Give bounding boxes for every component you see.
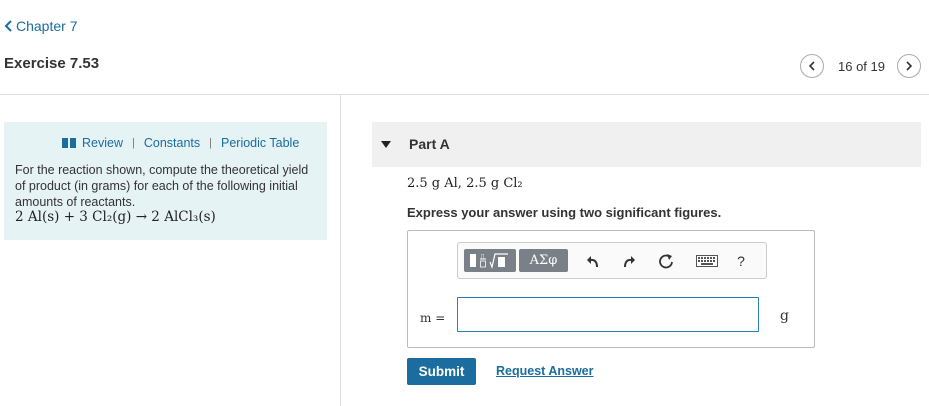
caret-down-icon: [381, 141, 391, 148]
column-divider: [340, 95, 341, 406]
keyboard-icon: [696, 254, 718, 267]
given-amounts: 2.5 g Al, 2.5 g Cl₂: [407, 176, 523, 191]
greek-letters-button[interactable]: ΑΣφ: [519, 249, 568, 272]
answer-input[interactable]: [457, 297, 759, 332]
link-separator: |: [132, 137, 135, 149]
greek-letters-icon: ΑΣφ: [529, 253, 558, 268]
next-button[interactable]: [897, 54, 921, 78]
chapter-label: Chapter 7: [16, 18, 78, 34]
pager: 16 of 19: [800, 54, 921, 78]
redo-button[interactable]: [618, 249, 640, 272]
review-link[interactable]: Review: [82, 136, 123, 150]
variable-label: m =: [420, 311, 446, 325]
problem-info-panel: Review | Constants | Periodic Table For …: [4, 122, 327, 240]
chevron-right-icon: [906, 61, 913, 71]
part-title: Part A: [409, 136, 450, 152]
redo-icon: [624, 255, 635, 267]
previous-button[interactable]: [800, 54, 824, 78]
chevron-left-icon: [808, 61, 815, 71]
constants-link[interactable]: Constants: [144, 136, 200, 150]
link-separator: |: [209, 137, 212, 149]
exercise-title: Exercise 7.53: [4, 55, 100, 72]
undo-button[interactable]: [582, 249, 604, 272]
submit-button[interactable]: Submit: [407, 358, 476, 385]
math-toolbar: ▯ ΑΣφ ?: [457, 242, 767, 279]
part-header[interactable]: Part A: [372, 122, 921, 167]
undo-icon: [587, 255, 598, 267]
unit-label: g: [780, 308, 789, 324]
resource-links: Review | Constants | Periodic Table: [62, 136, 299, 150]
problem-text: For the reaction shown, compute the theo…: [15, 163, 309, 209]
book-icon: [62, 138, 76, 148]
help-icon: ?: [737, 252, 745, 269]
help-button[interactable]: ?: [732, 249, 750, 272]
reset-icon: [659, 253, 673, 268]
keyboard-button[interactable]: [694, 249, 720, 272]
reaction-equation: 2 Al(s) + 3 Cl₂(g) → 2 AlCl₃(s): [15, 209, 216, 225]
templates-icon: ▯: [470, 253, 508, 269]
page-count: 16 of 19: [838, 58, 885, 74]
chevron-left-icon: [4, 20, 12, 32]
header-divider: [0, 94, 929, 95]
chapter-back-link[interactable]: Chapter 7: [4, 18, 77, 34]
request-answer-link[interactable]: Request Answer: [496, 364, 593, 378]
answer-instruction: Express your answer using two significan…: [407, 205, 722, 220]
templates-button[interactable]: ▯: [464, 249, 516, 272]
reset-button[interactable]: [655, 249, 677, 272]
periodic-table-link[interactable]: Periodic Table: [221, 136, 299, 150]
answer-box: ▯ ΑΣφ ? m = g: [407, 230, 815, 348]
svg-text:▯: ▯: [481, 253, 484, 260]
